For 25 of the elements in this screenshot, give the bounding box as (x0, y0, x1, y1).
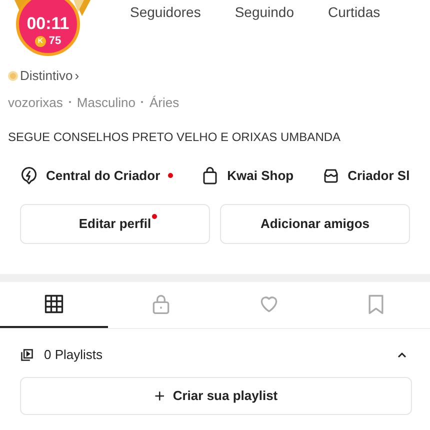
badge-icon (8, 70, 18, 81)
create-playlist-button[interactable]: + Criar sua playlist (20, 376, 412, 414)
shortcut-link[interactable]: Criador Sl (348, 166, 410, 186)
profile-info-text: Masculino (76, 94, 136, 112)
profile-info-text: Áries (149, 94, 180, 112)
bio-text: SEGUE CONSELHOS PRETO VELHO E ORIXAS UMBANDA (7, 129, 342, 146)
grid-icon (42, 292, 65, 314)
shortcut-link[interactable]: Kwai Shop (227, 166, 294, 186)
shortcut-link[interactable]: Central do Criador (46, 166, 160, 186)
stat-label[interactable]: Seguindo (234, 2, 294, 20)
plus-icon: + (154, 386, 165, 404)
playlist-icon (20, 348, 34, 362)
lightning-pin-icon (20, 166, 38, 185)
stat-label[interactable]: Curtidas (328, 2, 380, 20)
store-icon (322, 166, 340, 185)
shopping-bag-icon (201, 166, 220, 185)
stat-label[interactable]: Seguidores (130, 2, 201, 20)
chevron-icon: › (74, 66, 80, 86)
profile-action-button[interactable]: Editar perfil (20, 204, 210, 244)
playlists-count: 0 Playlists (44, 346, 103, 364)
coin-count: 75 (48, 36, 62, 47)
badge-link[interactable]: Distintivo (20, 66, 73, 86)
profile-info-text: vozorixas (8, 94, 63, 112)
timer-text: 00:11 (26, 15, 70, 32)
profile-action-button[interactable]: Adicionar amigos (220, 204, 410, 244)
